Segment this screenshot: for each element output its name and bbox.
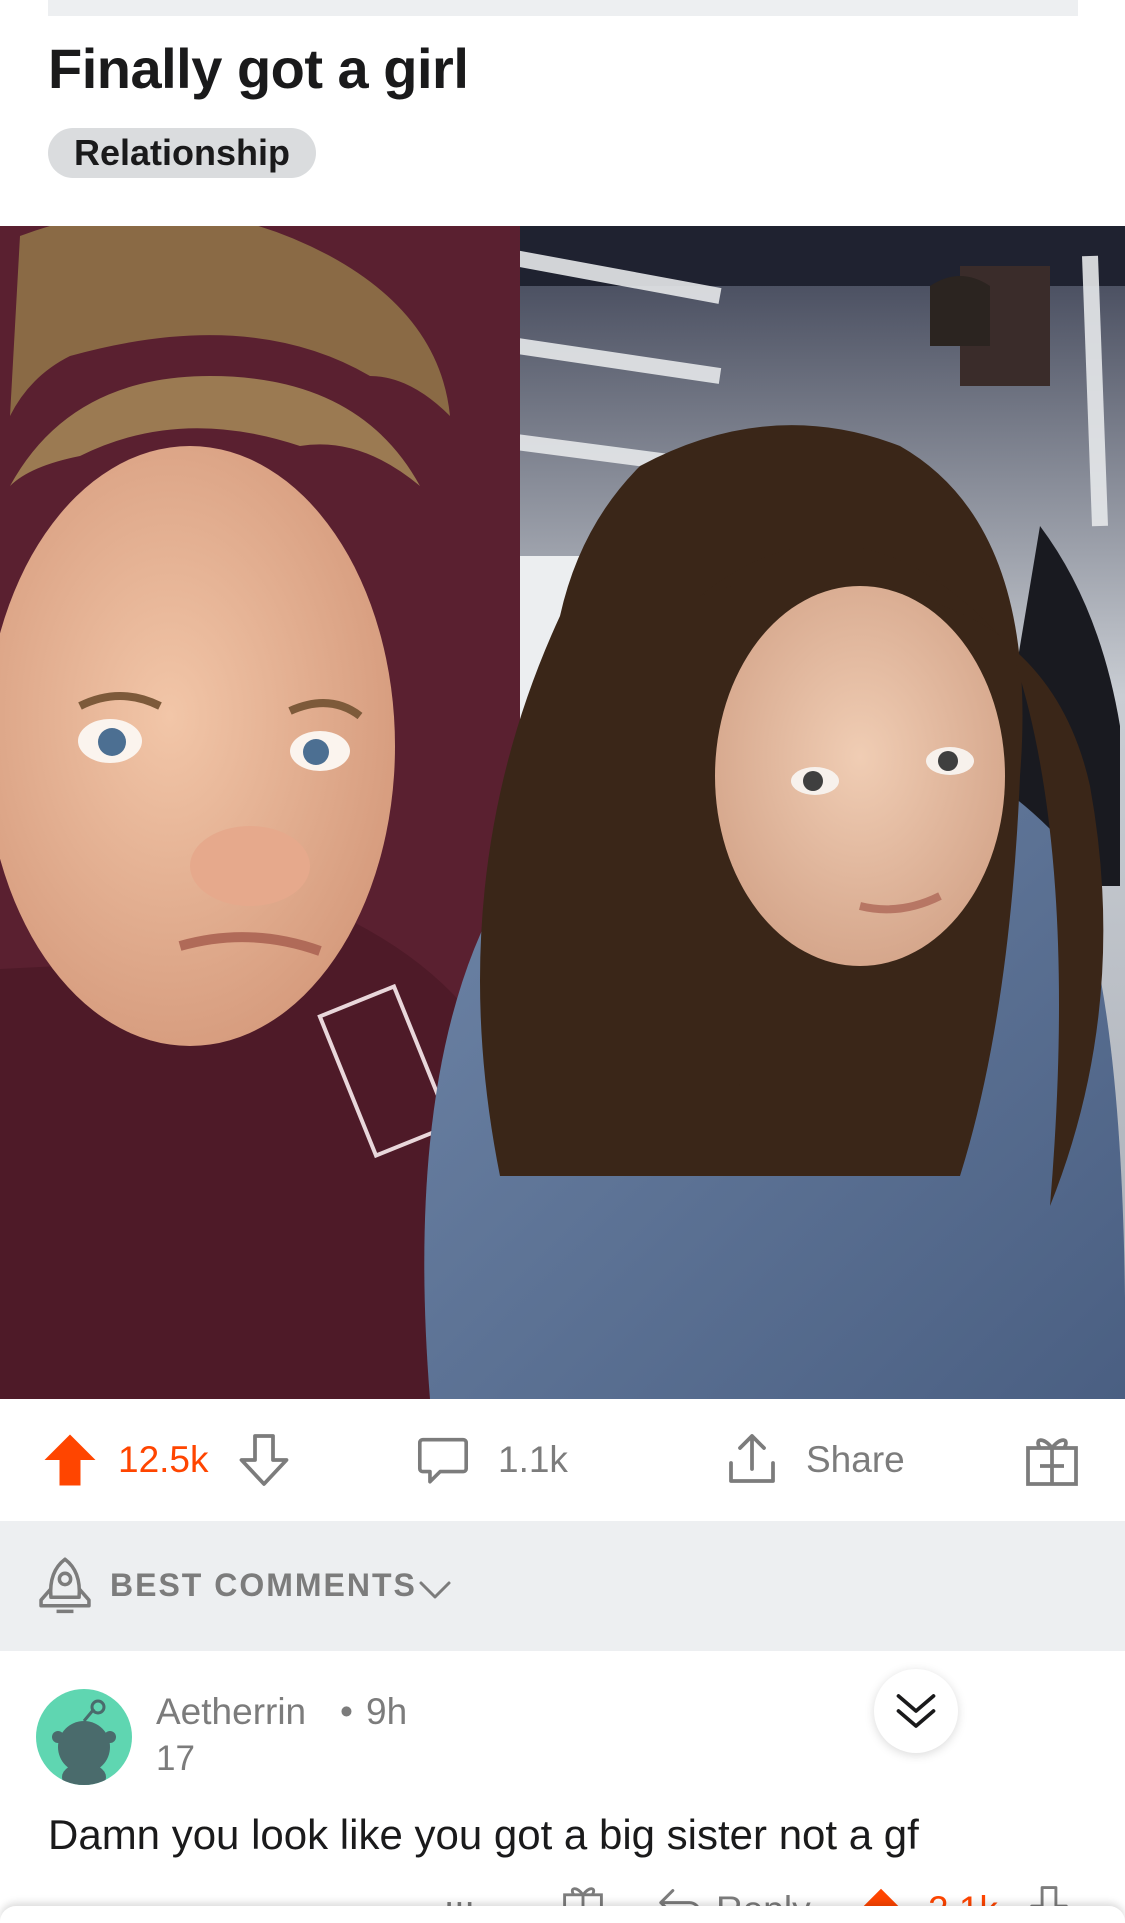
- comment-bubble-icon: [417, 1437, 469, 1484]
- upvote-button[interactable]: [40, 1399, 100, 1521]
- rocket-icon: [39, 1557, 91, 1614]
- post-flair[interactable]: Relationship: [48, 128, 317, 178]
- gift-icon: [1026, 1438, 1078, 1486]
- comment-score: 17: [156, 1739, 195, 1778]
- post-image[interactable]: [0, 226, 1125, 1399]
- upvote-arrow-icon: [44, 1434, 96, 1486]
- upvote-count: 12.5k: [118, 1439, 209, 1480]
- comment-time: 9h: [366, 1691, 408, 1732]
- comment-sort-bar[interactable]: BEST COMMENTS: [0, 1521, 1125, 1651]
- downvote-arrow-icon: [239, 1434, 289, 1486]
- previous-post-divider: [48, 0, 1078, 16]
- post-image-illustration: [0, 226, 1125, 1399]
- downvote-button[interactable]: [234, 1399, 294, 1521]
- meta-separator: •: [340, 1691, 353, 1732]
- chevron-down-icon: [419, 1581, 451, 1599]
- comment-username[interactable]: Aetherrin: [156, 1691, 306, 1733]
- comment-count: 1.1k: [498, 1439, 568, 1480]
- comment-item: Aetherrin • 9h 17 Damn you look like you…: [0, 1651, 1125, 1923]
- snoo-avatar-icon: [52, 1699, 116, 1785]
- award-button[interactable]: [1022, 1399, 1082, 1521]
- post-action-bar: 12.5k 1.1k Share: [0, 1399, 1125, 1521]
- collapse-thread-button[interactable]: [874, 1669, 958, 1753]
- avatar[interactable]: [36, 1689, 132, 1785]
- share-icon: [729, 1434, 775, 1483]
- sort-label[interactable]: BEST COMMENTS: [110, 1567, 417, 1604]
- comment-body: Damn you look like you got a big sister …: [48, 1811, 919, 1858]
- double-chevron-down-icon: [896, 1694, 936, 1728]
- bottom-sheet-edge: [0, 1906, 1125, 1923]
- post-title: Finally got a girl: [48, 37, 469, 100]
- share-button[interactable]: [722, 1399, 782, 1521]
- share-label[interactable]: Share: [806, 1399, 905, 1521]
- comments-button[interactable]: [414, 1399, 472, 1521]
